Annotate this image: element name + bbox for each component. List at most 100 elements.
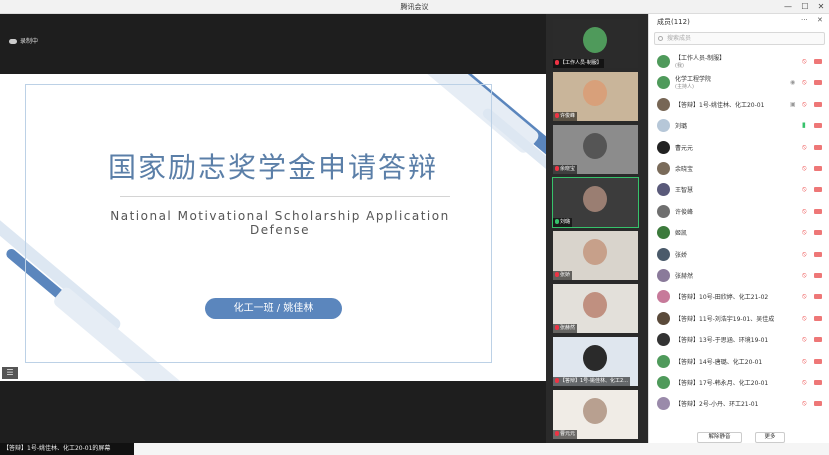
- mic-on-icon: [555, 219, 559, 224]
- participant-row[interactable]: 姬凯 ⦸: [649, 222, 829, 243]
- maximize-button[interactable]: ☐: [798, 1, 812, 13]
- participant-row[interactable]: 【答辩】17号-韩永月、化工20-01 ⦸: [649, 372, 829, 393]
- video-tile[interactable]: 【答辩】1号-姚佳林、化工2...: [553, 337, 638, 386]
- video-tile[interactable]: 曹元元: [553, 390, 638, 439]
- presentation-slide: 国家励志奖学金申请答辩 National Motivational Schola…: [0, 74, 546, 381]
- mic-muted-icon[interactable]: ⦸: [802, 207, 808, 215]
- mic-muted-icon[interactable]: ⦸: [802, 165, 808, 172]
- participant-video: [583, 239, 607, 265]
- close-button[interactable]: ✕: [814, 1, 828, 13]
- video-tile-strip: 【工作人员-制服】许俊峰余晓宝刘璐张娇 张赫然 【答辩】1号-姚佳林、化工2... 曹…: [546, 14, 648, 443]
- participant-row[interactable]: 张赫然 ⦸: [649, 265, 829, 286]
- participant-name: 【答辩】10号-田欣婷、化工21-02: [675, 294, 769, 302]
- mic-muted-icon[interactable]: ⦸: [802, 400, 808, 407]
- mic-muted-icon: [555, 166, 559, 171]
- recording-indicator[interactable]: 录制中: [9, 36, 38, 45]
- camera-icon[interactable]: [814, 144, 822, 150]
- mic-muted-icon[interactable]: ⦸: [802, 379, 808, 386]
- participant-row[interactable]: 曹元元 ⦸: [649, 137, 829, 158]
- camera-icon[interactable]: [814, 251, 822, 257]
- camera-icon[interactable]: [814, 230, 822, 236]
- participant-row[interactable]: 许俊峰 ⦸: [649, 201, 829, 222]
- video-tile-label: 【工作人员-制服】: [553, 59, 604, 68]
- camera-icon[interactable]: [814, 166, 822, 171]
- menu-icon[interactable]: ☰: [2, 367, 18, 379]
- avatar: [657, 333, 670, 347]
- participant-name: 余晓宝: [675, 166, 694, 173]
- participant-row[interactable]: 刘璐 ▮: [649, 115, 829, 136]
- sharing-status-bar: 【答辩】1号-姚佳林、化工20-01的屏幕: [0, 443, 134, 455]
- member-search-input[interactable]: 搜索成员: [654, 32, 825, 45]
- camera-icon[interactable]: [814, 380, 822, 385]
- camera-icon[interactable]: [814, 101, 822, 107]
- video-tile-label: 刘璐: [553, 218, 573, 227]
- search-icon: [658, 36, 663, 41]
- camera-icon[interactable]: [814, 315, 822, 321]
- more-icon[interactable]: ···: [801, 16, 808, 24]
- participant-video: [583, 133, 607, 159]
- mic-muted-icon[interactable]: ⦸: [802, 272, 808, 279]
- participant-name: 【答辩】17号-韩永月、化工20-01: [675, 380, 769, 387]
- mic-muted-icon[interactable]: ⦸: [802, 357, 808, 365]
- video-tile-name: 刘璐: [560, 219, 571, 225]
- unmute-all-button[interactable]: 解除静音: [697, 432, 742, 443]
- mic-on-icon[interactable]: ▮: [802, 122, 808, 129]
- mic-muted-icon[interactable]: ⦸: [802, 100, 808, 108]
- camera-icon[interactable]: [814, 80, 822, 86]
- video-tile-name: 余晓宝: [560, 166, 576, 172]
- participant-row[interactable]: 【答辩】11号-刘浩宇19-01、吴佳成 ⦸: [649, 308, 829, 329]
- panel-footer: 解除静音 更多: [649, 432, 829, 443]
- video-tile[interactable]: 【工作人员-制服】: [553, 19, 638, 68]
- camera-icon[interactable]: [814, 208, 822, 214]
- video-tile[interactable]: 刘璐: [552, 177, 639, 228]
- camera-icon[interactable]: [814, 294, 822, 300]
- participant-row[interactable]: 余晓宝 ⦸: [649, 158, 829, 179]
- mic-muted-icon[interactable]: ⦸: [802, 58, 808, 65]
- more-button[interactable]: 更多: [755, 432, 785, 443]
- shared-screen-stage: 录制中 国家励志奖学金申请答辩 National Motivational Sc…: [0, 14, 546, 455]
- participant-row[interactable]: 【答辩】13号-于思涵、环境19-01 ⦸: [649, 329, 829, 350]
- participant-name: 姬凯: [675, 230, 688, 238]
- video-tile[interactable]: 张赫然: [553, 284, 638, 333]
- camera-icon[interactable]: [814, 59, 822, 64]
- mic-muted-icon[interactable]: ⦸: [802, 143, 808, 151]
- avatar: [657, 226, 670, 240]
- mic-muted-icon[interactable]: ⦸: [802, 293, 808, 300]
- mic-muted-icon: [555, 60, 559, 65]
- window-titlebar: 腾讯会议 — ☐ ✕: [0, 0, 829, 14]
- mic-muted-icon[interactable]: ⦸: [802, 250, 808, 258]
- cloud-icon: [9, 39, 17, 44]
- camera-icon[interactable]: [814, 273, 822, 278]
- video-tile-name: 曹元元: [560, 431, 576, 437]
- avatar: [657, 97, 670, 111]
- camera-icon[interactable]: [814, 358, 822, 364]
- camera-icon[interactable]: [814, 123, 822, 129]
- video-tile[interactable]: 许俊峰: [553, 72, 638, 121]
- close-panel-icon[interactable]: ✕: [817, 16, 823, 24]
- mic-muted-icon[interactable]: ⦸: [802, 186, 808, 193]
- avatar: [657, 119, 670, 133]
- participant-row[interactable]: 【答辩】2号-小丹、环工21-01 ⦸: [649, 393, 829, 414]
- participant-row[interactable]: 【答辩】1号-姚佳林、化工20-01 ▣ ⦸: [649, 94, 829, 115]
- camera-icon[interactable]: [814, 401, 822, 407]
- participant-row[interactable]: 化学工程学院 (主持人) ◉ ⦸: [649, 72, 829, 93]
- mic-muted-icon[interactable]: ⦸: [802, 336, 808, 343]
- mic-muted-icon[interactable]: ⦸: [802, 314, 808, 322]
- video-tile[interactable]: 张娇: [553, 231, 638, 280]
- camera-icon[interactable]: [814, 337, 822, 343]
- participant-row[interactable]: 【工作人员-制服】 (我) ⦸: [649, 51, 829, 72]
- mic-muted-icon[interactable]: ⦸: [802, 229, 808, 236]
- participant-row[interactable]: 【答辩】14号-唐璐、化工20-01 ⦸: [649, 351, 829, 372]
- slide-title-cn: 国家励志奖学金申请答辩: [107, 151, 438, 184]
- avatar: [657, 376, 670, 389]
- minimize-button[interactable]: —: [781, 1, 795, 13]
- video-tile[interactable]: 余晓宝: [553, 125, 638, 174]
- participant-row[interactable]: 王智慧 ⦸: [649, 179, 829, 200]
- participant-video: [583, 292, 607, 318]
- slide-title-en: National Motivational Scholarship Applic…: [110, 209, 450, 237]
- participant-row[interactable]: 【答辩】10号-田欣婷、化工21-02 ⦸: [649, 286, 829, 307]
- camera-icon[interactable]: [814, 187, 822, 193]
- mic-muted-icon[interactable]: ⦸: [802, 79, 808, 86]
- participant-row[interactable]: 张娇 ⦸: [649, 244, 829, 265]
- participant-name: 许俊峰: [675, 208, 694, 216]
